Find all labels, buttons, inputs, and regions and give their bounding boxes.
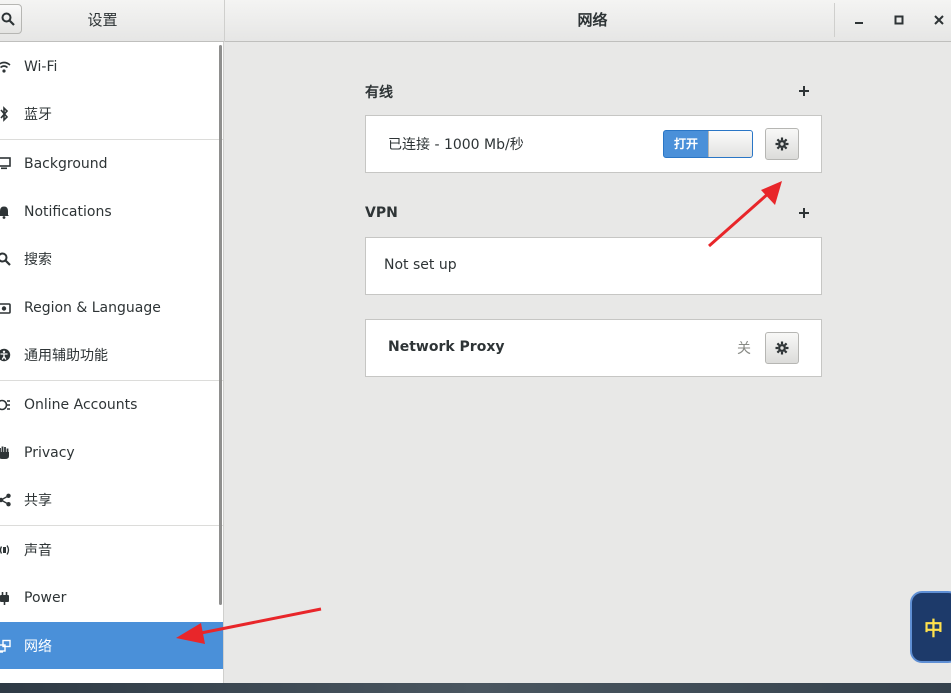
vpn-empty-text: Not set up bbox=[384, 257, 457, 273]
sidebar-item-region-language[interactable]: Region & Language bbox=[0, 284, 223, 331]
sidebar-item-accessibility[interactable]: 通用辅助功能 bbox=[0, 331, 223, 378]
wired-settings-button[interactable] bbox=[765, 128, 799, 160]
vpn-section-title: VPN bbox=[365, 205, 398, 221]
sidebar-item-label: Privacy bbox=[24, 444, 75, 461]
bluetooth-icon bbox=[0, 105, 11, 122]
sidebar-header: 设置 bbox=[0, 0, 225, 42]
sidebar-item-label: 网络 bbox=[24, 638, 52, 655]
wired-toggle-switch[interactable]: 打开 bbox=[663, 130, 753, 158]
accessibility-icon bbox=[0, 347, 11, 363]
sidebar-item-label: Notifications bbox=[24, 203, 112, 220]
sidebar-item-power[interactable]: Power bbox=[0, 574, 223, 621]
input-method-indicator[interactable]: 中 bbox=[910, 591, 951, 663]
sidebar-item-label: Region & Language bbox=[24, 299, 161, 316]
sidebar-item-network[interactable]: 网络 bbox=[0, 622, 223, 669]
sidebar-item-label: 搜索 bbox=[24, 251, 52, 268]
sidebar-item-label: 声音 bbox=[24, 542, 52, 559]
gear-icon bbox=[775, 137, 789, 151]
sidebar-item-search[interactable]: 搜索 bbox=[0, 235, 223, 282]
ime-label: 中 bbox=[924, 617, 944, 640]
gear-icon bbox=[775, 341, 789, 355]
vpn-list: Not set up bbox=[365, 237, 822, 295]
wired-status: 已连接 - 1000 Mb/秒 bbox=[388, 137, 524, 153]
minimize-button[interactable] bbox=[846, 8, 872, 32]
sidebar-item-notifications[interactable]: Notifications bbox=[0, 188, 223, 235]
network-proxy-row[interactable]: Network Proxy 关 bbox=[365, 319, 822, 377]
add-vpn-button[interactable] bbox=[796, 206, 812, 222]
plus-icon bbox=[799, 208, 809, 218]
wifi-icon bbox=[0, 59, 11, 75]
sidebar-scrollbar[interactable] bbox=[219, 45, 222, 605]
desktop-bottom-strip bbox=[0, 683, 951, 693]
plus-icon bbox=[799, 86, 809, 96]
sidebar-item-label: Online Accounts bbox=[24, 396, 138, 413]
share-icon bbox=[0, 492, 11, 508]
search-icon bbox=[0, 251, 11, 267]
settings-title: 设置 bbox=[87, 11, 118, 29]
sidebar-item-wifi[interactable]: Wi-Fi bbox=[0, 43, 223, 90]
add-wired-button[interactable] bbox=[796, 84, 812, 100]
switch-knob bbox=[708, 131, 752, 157]
online-accounts-icon bbox=[0, 397, 11, 413]
header-bar: 设置 网络 bbox=[0, 0, 951, 42]
sidebar-item-label: Power bbox=[24, 589, 67, 606]
power-icon bbox=[0, 590, 11, 606]
sidebar-item-label: 共享 bbox=[24, 492, 52, 509]
proxy-status: 关 bbox=[737, 341, 751, 357]
page-title: 网络 bbox=[577, 11, 608, 29]
bell-icon bbox=[0, 204, 11, 220]
sidebar-item-label: 通用辅助功能 bbox=[24, 347, 108, 364]
wired-section-title: 有线 bbox=[365, 85, 393, 101]
hand-icon bbox=[0, 445, 11, 461]
proxy-settings-button[interactable] bbox=[765, 332, 799, 364]
display-icon bbox=[0, 156, 11, 172]
maximize-button[interactable] bbox=[886, 8, 912, 32]
sidebar-item-sharing[interactable]: 共享 bbox=[0, 476, 223, 523]
network-icon bbox=[0, 638, 11, 654]
network-panel: 有线 已连接 - 1000 Mb/秒 打开 VPN Not set up Net… bbox=[225, 42, 951, 683]
minimize-icon bbox=[855, 22, 863, 24]
close-icon bbox=[934, 15, 944, 25]
sidebar-item-label: 蓝牙 bbox=[24, 106, 52, 123]
switch-on-label: 打开 bbox=[673, 137, 698, 151]
camera-icon bbox=[0, 300, 11, 316]
sidebar: Wi-Fi 蓝牙 Background Notifications 搜索 Reg… bbox=[0, 42, 224, 683]
sidebar-item-online-accounts[interactable]: Online Accounts bbox=[0, 381, 223, 428]
proxy-title: Network Proxy bbox=[388, 339, 505, 355]
wired-connection-row: 已连接 - 1000 Mb/秒 打开 bbox=[365, 115, 822, 173]
sidebar-item-privacy[interactable]: Privacy bbox=[0, 429, 223, 476]
sidebar-item-label: Background bbox=[24, 155, 108, 172]
close-button[interactable] bbox=[926, 8, 951, 32]
sidebar-item-label: Wi-Fi bbox=[24, 58, 58, 75]
sidebar-item-background[interactable]: Background bbox=[0, 140, 223, 187]
sidebar-item-sound[interactable]: 声音 bbox=[0, 526, 223, 573]
header-separator bbox=[834, 3, 835, 37]
sidebar-item-bluetooth[interactable]: 蓝牙 bbox=[0, 90, 223, 137]
speaker-icon bbox=[0, 542, 11, 558]
maximize-icon bbox=[894, 15, 904, 25]
